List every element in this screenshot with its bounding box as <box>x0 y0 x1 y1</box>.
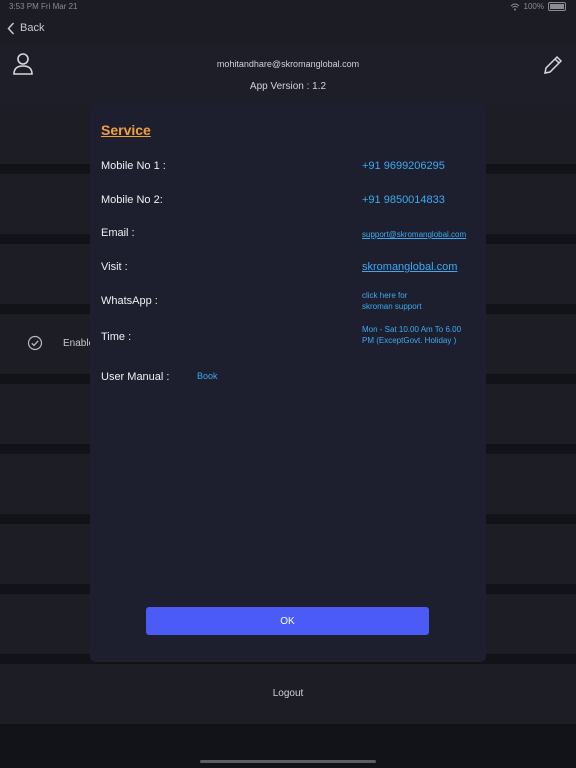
website-link[interactable]: skromanglobal.com <box>362 261 457 273</box>
status-bar: 3:53 PM Fri Mar 21 100% <box>0 0 576 14</box>
wifi-icon <box>510 3 519 10</box>
back-button[interactable]: Back <box>7 19 44 37</box>
user-email: mohitandhare@skromanglobal.com <box>216 59 360 69</box>
mobile2-label: Mobile No 2: <box>101 194 163 206</box>
logout-button[interactable]: Logout <box>0 688 576 699</box>
time-label: Time : <box>101 331 132 343</box>
service-dialog: Service Mobile No 1 : +91 9699206295 Mob… <box>90 104 486 662</box>
time-line1: Mon - Sat 10.00 Am To 6.00 <box>362 325 462 334</box>
status-indicators: 100% <box>510 2 566 11</box>
user-manual-book-link[interactable]: Book <box>197 371 218 381</box>
whatsapp-line2: skroman support <box>362 302 422 311</box>
check-circle-icon <box>27 335 43 356</box>
visit-label: Visit : <box>101 261 128 273</box>
mobile1-label: Mobile No 1 : <box>101 160 166 172</box>
support-email-link[interactable]: support@skromanglobal.com <box>362 229 466 240</box>
time-line2: PM (ExceptGovt. Holiday ) <box>362 336 457 345</box>
whatsapp-line1: click here for <box>362 291 408 300</box>
chevron-left-icon <box>7 21 15 35</box>
service-title: Service <box>101 122 151 138</box>
email-label: Email : <box>101 227 135 239</box>
user-manual-label: User Manual : <box>101 371 170 383</box>
profile-header <box>0 44 576 104</box>
whatsapp-label: WhatsApp : <box>101 295 158 307</box>
battery-icon <box>548 2 566 11</box>
service-hours: Mon - Sat 10.00 Am To 6.00 PM (ExceptGov… <box>362 324 461 346</box>
back-label: Back <box>20 22 45 34</box>
mobile1-value[interactable]: +91 9699206295 <box>362 160 445 172</box>
home-indicator <box>200 760 376 763</box>
status-time-date: 3:53 PM Fri Mar 21 <box>9 2 77 11</box>
mobile2-value[interactable]: +91 9850014833 <box>362 194 445 206</box>
whatsapp-link[interactable]: click here for skroman support <box>362 290 422 312</box>
battery-percent: 100% <box>523 2 544 11</box>
app-version: App Version : 1.2 <box>249 81 327 92</box>
ok-button[interactable]: OK <box>146 607 429 635</box>
status-time: 3:53 PM <box>9 2 39 11</box>
status-date: Fri Mar 21 <box>41 2 78 11</box>
